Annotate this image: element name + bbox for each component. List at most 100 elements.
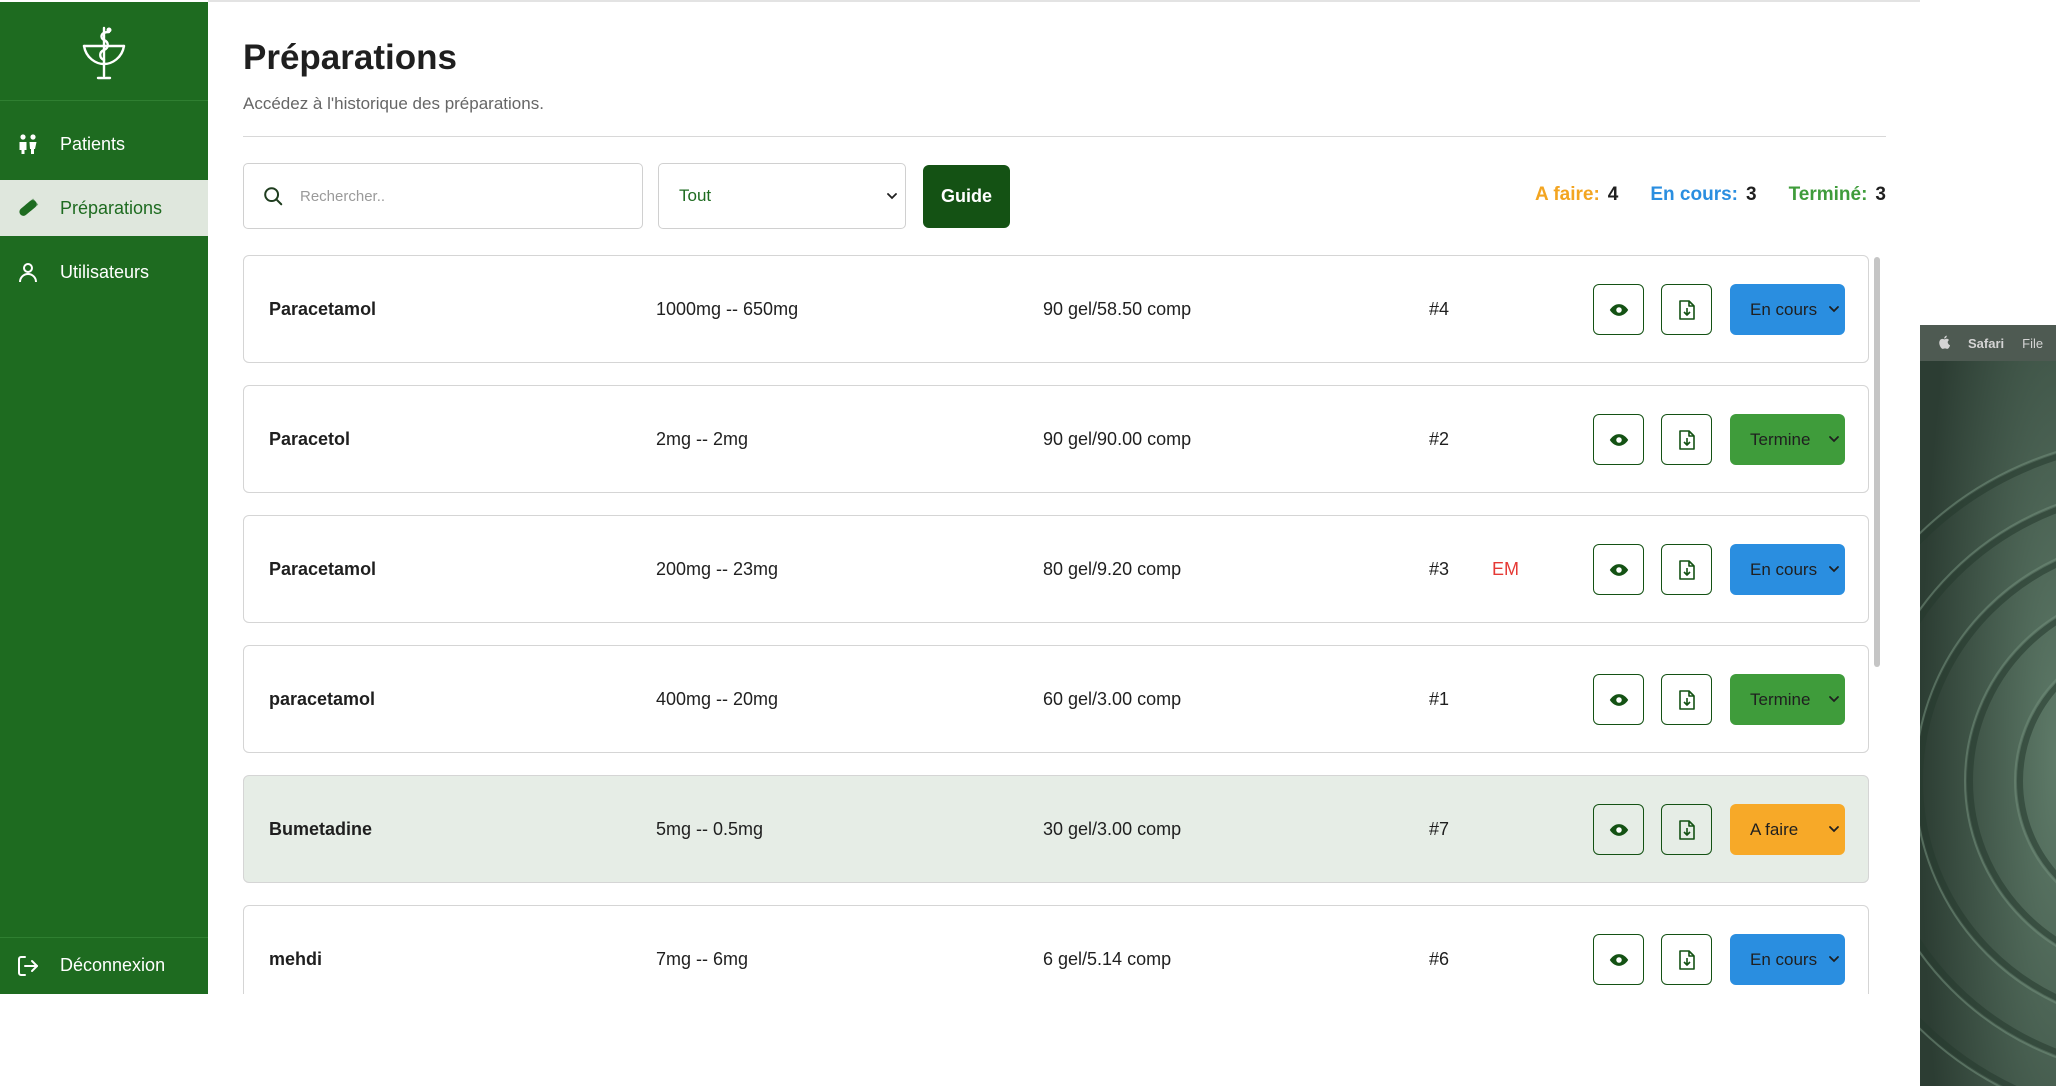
preparation-dose: 5mg -- 0.5mg (656, 818, 764, 839)
logout-icon (16, 954, 40, 978)
eye-icon (1609, 433, 1628, 446)
sidebar-item-patients[interactable]: Patients (0, 116, 208, 172)
preparation-quantity: 30 gel/3.00 comp (1043, 818, 1182, 839)
sidebar-logo-area (0, 2, 208, 101)
count-todo: A faire: 4 (1535, 184, 1618, 206)
download-button[interactable] (1661, 544, 1712, 595)
view-button[interactable] (1593, 804, 1644, 855)
preparation-quantity: 80 gel/9.20 comp (1043, 558, 1182, 579)
guide-button[interactable]: Guide (923, 165, 1010, 228)
preparation-dose: 1000mg -- 650mg (656, 298, 799, 319)
sidebar-item-users[interactable]: Utilisateurs (0, 244, 208, 300)
preparation-quantity: 6 gel/5.14 comp (1043, 948, 1172, 969)
file-download-icon (1678, 689, 1695, 710)
preparation-row[interactable]: mehdi 7mg -- 6mg 6 gel/5.14 comp #6 En c… (243, 905, 1869, 994)
preparation-tag: EM (1492, 558, 1519, 579)
preparation-row[interactable]: Paracetol 2mg -- 2mg 90 gel/90.00 comp #… (243, 385, 1869, 493)
preparation-name: Bumetadine (269, 818, 373, 839)
status-select[interactable]: En cours (1730, 934, 1845, 985)
preparation-row[interactable]: paracetamol 400mg -- 20mg 60 gel/3.00 co… (243, 645, 1869, 753)
menubar-file[interactable]: File (2022, 336, 2043, 351)
preparation-dose: 2mg -- 2mg (656, 428, 749, 449)
file-download-icon (1678, 429, 1695, 450)
search-icon (264, 187, 283, 206)
view-button[interactable] (1593, 414, 1644, 465)
preparation-number: #2 (1429, 428, 1450, 449)
logout-button[interactable]: Déconnexion (0, 937, 208, 994)
chevron-down-icon (1829, 436, 1839, 443)
status-counts: A faire: 4 En cours: 3 Terminé: 3 (1535, 184, 1886, 206)
preparation-dose: 200mg -- 23mg (656, 558, 779, 579)
desktop-background: Safari File (1920, 325, 2056, 1086)
header-divider (243, 136, 1886, 137)
download-button[interactable] (1661, 414, 1712, 465)
status-filter-select[interactable]: Tout (658, 163, 906, 229)
sidebar: Patients Préparations Utilisateurs Décon… (0, 2, 208, 994)
preparation-row[interactable]: Paracetamol 200mg -- 23mg 80 gel/9.20 co… (243, 515, 1869, 623)
download-button[interactable] (1661, 284, 1712, 335)
file-download-icon (1678, 819, 1695, 840)
eye-icon (1609, 693, 1628, 706)
preparation-number: #4 (1429, 298, 1450, 319)
chevron-down-icon (1829, 826, 1839, 833)
logout-label: Déconnexion (60, 955, 166, 975)
status-value: A faire (1750, 819, 1799, 839)
status-value: Termine (1750, 429, 1811, 449)
eye-icon (1609, 303, 1628, 316)
status-select[interactable]: A faire (1730, 804, 1845, 855)
preparation-row[interactable]: Paracetamol 1000mg -- 650mg 90 gel/58.50… (243, 255, 1869, 363)
view-button[interactable] (1593, 934, 1644, 985)
status-value: En cours (1750, 949, 1818, 969)
sidebar-item-label: Patients (60, 133, 126, 154)
status-value: En cours (1750, 299, 1818, 319)
view-button[interactable] (1593, 544, 1644, 595)
preparation-name: Paracetol (269, 428, 351, 449)
preparation-number: #1 (1429, 688, 1450, 709)
desktop-menubar: Safari File (1920, 325, 2056, 361)
chevron-down-icon (1829, 956, 1839, 963)
eye-icon (1609, 563, 1628, 576)
file-download-icon (1678, 299, 1695, 320)
apple-icon (1938, 335, 1951, 352)
view-button[interactable] (1593, 674, 1644, 725)
page-subtitle: Accédez à l'historique des préparations. (243, 94, 544, 113)
preparation-name: paracetamol (269, 688, 376, 709)
download-button[interactable] (1661, 804, 1712, 855)
count-done: Terminé: 3 (1789, 184, 1886, 206)
count-value: 4 (1607, 184, 1619, 205)
download-button[interactable] (1661, 934, 1712, 985)
eye-icon (1609, 953, 1628, 966)
count-label: A faire: (1535, 184, 1600, 205)
status-value: Termine (1750, 689, 1811, 709)
user-icon (16, 260, 40, 284)
preparation-dose: 7mg -- 6mg (656, 948, 749, 969)
preparation-number: #7 (1429, 818, 1450, 839)
chevron-down-icon (1829, 566, 1839, 573)
download-button[interactable] (1661, 674, 1712, 725)
page-title: Préparations (243, 38, 457, 77)
sidebar-item-preparations[interactable]: Préparations (0, 180, 208, 236)
wallpaper-rings (1920, 361, 2056, 1086)
status-value: En cours (1750, 559, 1818, 579)
menubar-app-name[interactable]: Safari (1968, 336, 2004, 351)
preparation-row[interactable]: Bumetadine 5mg -- 0.5mg 30 gel/3.00 comp… (243, 775, 1869, 883)
preparation-quantity: 90 gel/90.00 comp (1043, 428, 1192, 449)
search-box[interactable] (243, 163, 643, 229)
preparation-dose: 400mg -- 20mg (656, 688, 779, 709)
search-input[interactable] (298, 186, 622, 206)
count-label: En cours: (1650, 184, 1738, 205)
preparation-name: Paracetamol (269, 558, 377, 579)
list-scrollbar[interactable] (1874, 257, 1880, 667)
view-button[interactable] (1593, 284, 1644, 335)
count-in-progress: En cours: 3 (1650, 184, 1756, 206)
count-value: 3 (1875, 184, 1886, 205)
status-select[interactable]: Termine (1730, 674, 1845, 725)
status-select[interactable]: En cours (1730, 544, 1845, 595)
status-select[interactable]: En cours (1730, 284, 1845, 335)
preparation-number: #3 (1429, 558, 1450, 579)
status-select[interactable]: Termine (1730, 414, 1845, 465)
filter-selected-value: Tout (679, 186, 712, 205)
file-download-icon (1678, 949, 1695, 970)
count-label: Terminé: (1788, 184, 1868, 205)
sidebar-item-label: Utilisateurs (60, 261, 150, 282)
